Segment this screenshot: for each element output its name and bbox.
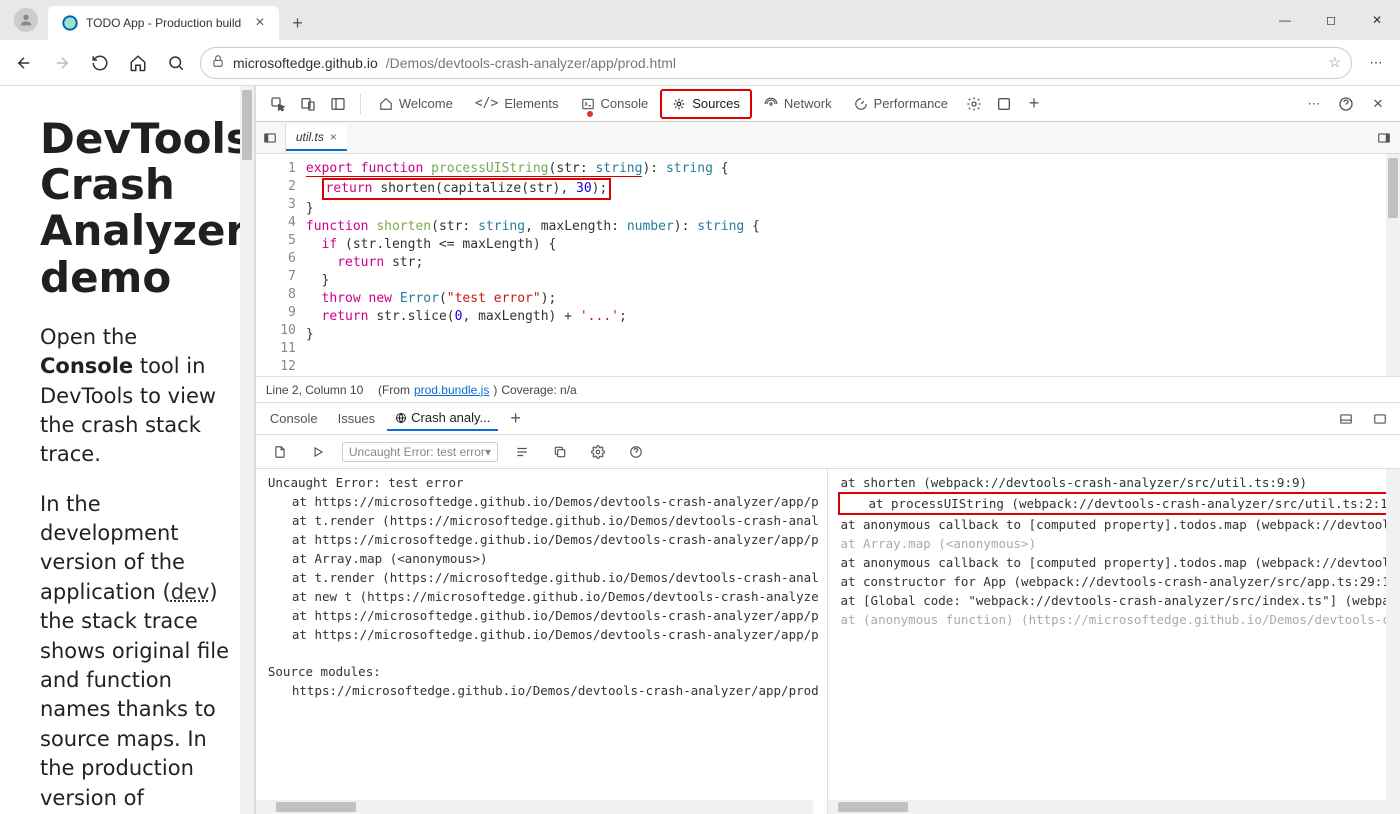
dock-icon[interactable] <box>990 90 1018 118</box>
right-vscrollbar[interactable] <box>1386 469 1400 814</box>
url-domain: microsoftedge.github.io <box>233 55 378 71</box>
close-window-button[interactable]: ✕ <box>1354 0 1400 40</box>
file-name: util.ts <box>296 130 324 144</box>
page-scrollbar[interactable] <box>240 86 254 814</box>
tab-sources[interactable]: Sources <box>660 89 752 119</box>
tab-console[interactable]: Console <box>571 89 659 119</box>
profile-avatar[interactable] <box>14 8 38 32</box>
drawer-tab-crash-analyzer[interactable]: Crash analy... <box>387 406 498 431</box>
device-toggle-icon[interactable] <box>294 90 322 118</box>
list-icon[interactable] <box>508 438 536 466</box>
devtools-toolbar: Welcome </>Elements Console Sources Netw… <box>256 86 1400 122</box>
edge-favicon <box>62 15 78 31</box>
drawer-dock-icon[interactable] <box>1332 405 1360 433</box>
panel-toggle-icon[interactable] <box>324 90 352 118</box>
drawer-tab-console[interactable]: Console <box>262 407 326 430</box>
drawer-tab-issues[interactable]: Issues <box>330 407 384 430</box>
tab-elements[interactable]: </>Elements <box>465 89 569 119</box>
raw-stack-pane[interactable]: Uncaught Error: test error at https://mi… <box>256 469 829 814</box>
tab-welcome[interactable]: Welcome <box>369 89 463 119</box>
stack-trace-area: Uncaught Error: test error at https://mi… <box>256 469 1400 814</box>
back-button[interactable] <box>10 49 38 77</box>
minimize-button[interactable]: — <box>1262 0 1308 40</box>
new-tab-button[interactable]: + <box>283 8 313 38</box>
code-editor[interactable]: 123456789101112 export function processU… <box>256 154 1400 377</box>
file-close-icon[interactable]: × <box>330 130 337 144</box>
forward-button[interactable] <box>48 49 76 77</box>
main-area: DevTools Crash Analyzer demo Open the Co… <box>0 86 1400 814</box>
more-icon[interactable]: ⋯ <box>1300 90 1328 118</box>
tab-network[interactable]: Network <box>754 89 842 119</box>
browser-tab[interactable]: TODO App - Production build × <box>48 6 279 40</box>
file-icon[interactable] <box>266 438 294 466</box>
window-controls: — ◻ ✕ <box>1262 0 1400 40</box>
drawer-expand-icon[interactable] <box>1366 405 1394 433</box>
help-icon[interactable] <box>1332 90 1360 118</box>
help2-icon[interactable] <box>622 438 650 466</box>
settings-menu-button[interactable]: ⋯ <box>1362 49 1390 77</box>
crash-analyzer-toolbar: Uncaught Error: test error▾ <box>256 435 1400 469</box>
page-paragraph-2: In the development version of the applic… <box>40 490 236 813</box>
tab-performance[interactable]: Performance <box>844 89 958 119</box>
page-paragraph-1: Open the Console tool in DevTools to vie… <box>40 323 236 470</box>
gear-icon[interactable] <box>960 90 988 118</box>
right-hscrollbar[interactable] <box>828 800 1386 814</box>
analyzed-stack-pane[interactable]: at shorten (webpack://devtools-crash-ana… <box>828 469 1400 814</box>
browser-titlebar: TODO App - Production build × + — ◻ ✕ <box>0 0 1400 40</box>
page-content: DevTools Crash Analyzer demo Open the Co… <box>0 86 255 814</box>
favorite-icon[interactable]: ☆ <box>1328 54 1341 71</box>
editor-status-line: Line 2, Column 10 (From prod.bundle.js )… <box>256 377 1400 403</box>
drawer-add-tab-icon[interactable]: + <box>502 408 529 429</box>
page-heading: DevTools Crash Analyzer demo <box>40 116 236 301</box>
close-devtools-icon[interactable]: ✕ <box>1364 90 1392 118</box>
home-button[interactable] <box>124 49 152 77</box>
lock-icon <box>211 54 225 71</box>
file-tab[interactable]: util.ts × <box>286 124 347 151</box>
tab-title: TODO App - Production build <box>86 16 241 30</box>
maximize-button[interactable]: ◻ <box>1308 0 1354 40</box>
line-gutter: 123456789101112 <box>256 154 306 376</box>
refresh-button[interactable] <box>86 49 114 77</box>
editor-scrollbar[interactable] <box>1386 154 1400 376</box>
code-area[interactable]: export function processUIString(str: str… <box>306 154 1400 376</box>
highlighted-frame[interactable]: at processUIString (webpack://devtools-c… <box>838 492 1396 515</box>
dev-link[interactable]: dev <box>171 580 210 604</box>
url-path: /Demos/devtools-crash-analyzer/app/prod.… <box>386 55 676 71</box>
drawer-tab-bar: Console Issues Crash analy... + <box>256 403 1400 435</box>
devtools-panel: Welcome </>Elements Console Sources Netw… <box>255 86 1400 814</box>
search-button[interactable] <box>162 49 190 77</box>
filter-input[interactable]: Uncaught Error: test error▾ <box>342 442 498 462</box>
settings-icon[interactable] <box>584 438 612 466</box>
address-bar[interactable]: microsoftedge.github.io/Demos/devtools-c… <box>200 47 1352 79</box>
file-tab-bar: util.ts × <box>256 122 1400 154</box>
inspect-icon[interactable] <box>264 90 292 118</box>
left-hscrollbar[interactable] <box>256 800 814 814</box>
source-map-link[interactable]: prod.bundle.js <box>414 383 489 397</box>
play-icon[interactable] <box>304 438 332 466</box>
coverage-status: Coverage: n/a <box>501 383 576 397</box>
navigator-toggle-icon[interactable] <box>256 123 286 153</box>
browser-navbar: microsoftedge.github.io/Demos/devtools-c… <box>0 40 1400 86</box>
tab-close-icon[interactable]: × <box>255 14 264 32</box>
cursor-position: Line 2, Column 10 <box>266 383 363 397</box>
add-tab-icon[interactable]: + <box>1020 90 1048 118</box>
coverage-toggle-icon[interactable] <box>1372 126 1396 150</box>
copy-icon[interactable] <box>546 438 574 466</box>
